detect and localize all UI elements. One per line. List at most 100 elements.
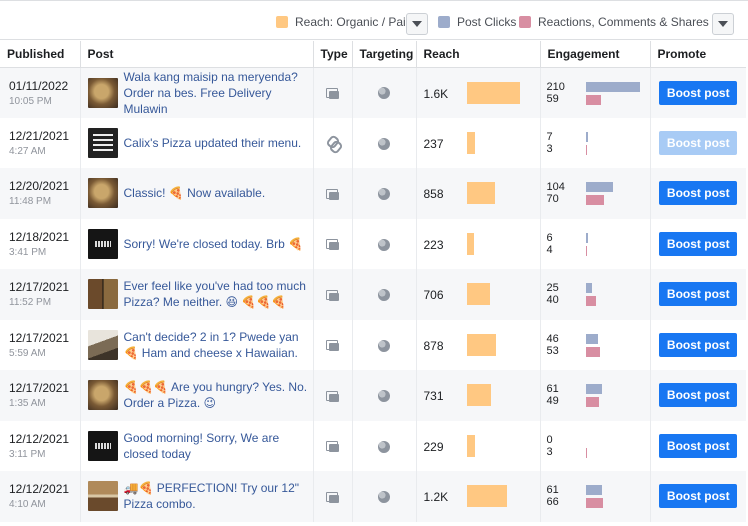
post-cell[interactable]: Sorry! We're closed today. Brb 🍕 <box>80 218 314 269</box>
reach-bar <box>466 485 507 507</box>
post-clicks-bar <box>585 485 602 495</box>
album-icon <box>326 340 339 352</box>
boost-post-button[interactable]: Boost post <box>659 484 738 509</box>
reach-value: 237 <box>423 136 444 151</box>
col-type[interactable]: Type <box>313 41 353 68</box>
post-thumbnail[interactable] <box>87 178 118 209</box>
reach-bar <box>466 333 496 356</box>
col-published[interactable]: Published <box>0 41 81 68</box>
post-time: 10:05 PM <box>9 95 52 107</box>
reactions-bar <box>585 296 596 306</box>
published-cell: 12/17/2021 11:52 PM <box>0 269 81 320</box>
boost-post-button[interactable]: Boost post <box>659 383 738 408</box>
col-post[interactable]: Post <box>80 41 314 68</box>
table-row: 12/20/2021 11:48 PM Classic! 🍕 Now avail… <box>0 168 746 219</box>
reach-cell: 706 <box>416 269 541 320</box>
col-reach[interactable]: Reach <box>416 41 541 68</box>
reach-bar <box>466 81 520 104</box>
reactions-bar <box>585 346 600 357</box>
post-text-link[interactable]: Wala kang maisip na meryenda? Order na b… <box>124 69 309 117</box>
post-thumbnail[interactable] <box>87 77 118 108</box>
globe-icon <box>378 87 390 100</box>
reactions-bar <box>585 397 599 407</box>
boost-post-button[interactable]: Boost post <box>659 80 738 105</box>
post-cell[interactable]: Can't decide? 2 in 1? Pwede yan 🍕 Ham an… <box>80 319 314 370</box>
reach-value: 878 <box>423 338 444 353</box>
boost-post-button[interactable]: Boost post <box>659 130 738 155</box>
album-icon <box>326 239 339 251</box>
reach-value: 706 <box>423 288 444 302</box>
boost-post-button[interactable]: Boost post <box>659 181 738 206</box>
post-clicks-value: 104 <box>546 181 565 193</box>
reach-bar <box>466 131 475 154</box>
targeting-cell <box>352 218 417 269</box>
post-text-link[interactable]: Can't decide? 2 in 1? Pwede yan 🍕 Ham an… <box>124 329 309 361</box>
col-targeting[interactable]: Targeting <box>352 41 417 68</box>
album-icon <box>326 289 339 301</box>
reach-cell: 858 <box>416 168 541 219</box>
type-cell <box>313 117 353 168</box>
post-cell[interactable]: Calix's Pizza updated their menu. <box>80 117 314 168</box>
targeting-cell <box>352 370 417 421</box>
reach-bar <box>466 384 491 406</box>
reach-metric-dropdown[interactable] <box>406 13 428 35</box>
post-clicks-bar <box>585 131 588 142</box>
legend-clicks-label: Post Clicks <box>457 15 517 29</box>
post-text-link[interactable]: Calix's Pizza updated their menu. <box>124 135 309 151</box>
post-thumbnail[interactable] <box>87 380 118 411</box>
post-cell[interactable]: Good morning! Sorry, We are closed today <box>80 420 314 471</box>
post-time: 11:52 PM <box>9 297 52 309</box>
reactions-value: 53 <box>546 344 559 357</box>
engagement-cell: 210 59 <box>540 67 651 118</box>
post-clicks-value: 7 <box>546 130 553 143</box>
globe-icon <box>378 188 390 201</box>
posts-table: Published Post Type Targeting Reach Enga… <box>0 41 746 522</box>
globe-icon <box>378 238 390 251</box>
post-thumbnail[interactable] <box>87 329 118 360</box>
col-engagement[interactable]: Engagement <box>540 41 651 68</box>
post-text-link[interactable]: 🚚🍕 PERFECTION! Try our 12" Pizza combo. <box>124 480 309 512</box>
post-cell[interactable]: Classic! 🍕 Now available. <box>80 168 314 219</box>
post-clicks-value: 0 <box>546 433 553 446</box>
post-thumbnail[interactable] <box>87 127 118 158</box>
post-cell[interactable]: 🚚🍕 PERFECTION! Try our 12" Pizza combo. <box>80 471 314 522</box>
reach-cell: 1.2K <box>416 471 541 522</box>
post-thumbnail[interactable] <box>87 430 118 461</box>
boost-post-button[interactable]: Boost post <box>659 433 738 458</box>
post-text-link[interactable]: Sorry! We're closed today. Brb 🍕 <box>124 236 309 252</box>
promote-cell: Boost post <box>650 420 746 471</box>
post-time: 4:10 AM <box>9 499 46 511</box>
post-thumbnail[interactable] <box>87 481 118 512</box>
reactions-value: 3 <box>546 445 553 458</box>
promote-cell: Boost post <box>650 471 746 522</box>
engagement-cell: 7 3 <box>540 117 651 168</box>
post-cell[interactable]: Wala kang maisip na meryenda? Order na b… <box>80 67 314 118</box>
targeting-cell <box>352 420 417 471</box>
table-row: 12/21/2021 4:27 AM Calix's Pizza updated… <box>0 117 746 168</box>
boost-post-button[interactable]: Boost post <box>659 231 738 256</box>
post-cell[interactable]: Ever feel like you've had too much Pizza… <box>80 269 314 320</box>
post-clicks-value: 25 <box>546 282 559 294</box>
reach-bar <box>466 232 474 255</box>
reactions-value: 40 <box>546 294 559 306</box>
promote-cell: Boost post <box>650 168 746 219</box>
engagement-cell: 104 70 <box>540 168 651 219</box>
post-thumbnail[interactable] <box>87 228 118 259</box>
boost-post-button[interactable]: Boost post <box>659 282 738 307</box>
reactions-bar <box>585 498 603 508</box>
post-text-link[interactable]: Classic! 🍕 Now available. <box>124 185 309 201</box>
boost-post-button[interactable]: Boost post <box>659 332 738 357</box>
targeting-cell <box>352 319 417 370</box>
engagement-metric-dropdown[interactable] <box>712 13 734 35</box>
post-thumbnail[interactable] <box>87 279 118 310</box>
post-cell[interactable]: 🍕🍕🍕 Are you hungry? Yes. No. Order a Piz… <box>80 370 314 421</box>
reactions-value: 59 <box>546 92 559 105</box>
post-text-link[interactable]: Good morning! Sorry, We are closed today <box>124 430 309 462</box>
post-text-link[interactable]: 🍕🍕🍕 Are you hungry? Yes. No. Order a Piz… <box>124 379 309 411</box>
post-text-link[interactable]: Ever feel like you've had too much Pizza… <box>124 278 309 310</box>
post-clicks-value: 6 <box>546 231 553 244</box>
legend-reach: Reach: Organic / Paid <box>276 15 412 29</box>
type-cell <box>313 420 353 471</box>
album-icon <box>326 390 339 402</box>
table-row: 12/17/2021 5:59 AM Can't decide? 2 in 1?… <box>0 319 746 370</box>
